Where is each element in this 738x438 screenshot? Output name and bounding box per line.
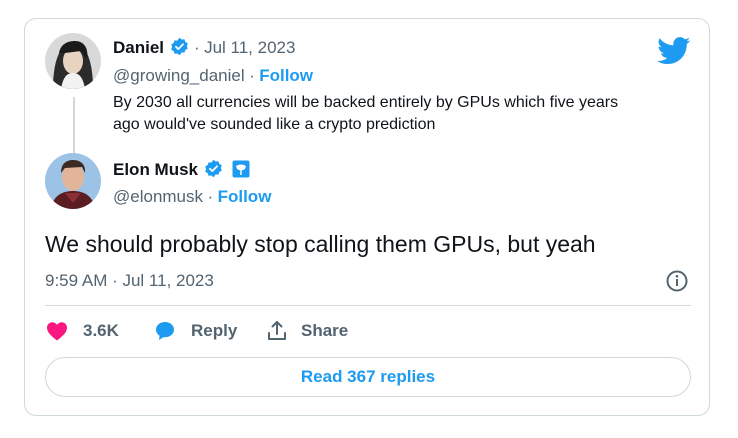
quoted-author-name[interactable]: Daniel bbox=[113, 38, 164, 57]
elon-avatar[interactable] bbox=[45, 153, 101, 209]
main-handle-row: @elonmusk · Follow bbox=[113, 187, 271, 207]
heart-icon bbox=[45, 319, 69, 343]
header-separator: · bbox=[193, 38, 200, 57]
reply-action[interactable]: Reply bbox=[153, 319, 237, 343]
main-tweet-text: We should probably stop calling them GPU… bbox=[45, 231, 596, 257]
verified-badge-icon bbox=[170, 37, 189, 61]
info-icon[interactable] bbox=[665, 269, 689, 298]
main-author-name[interactable]: Elon Musk bbox=[113, 160, 198, 179]
quoted-text-line-2: ago would've sounded like a crypto predi… bbox=[113, 116, 436, 133]
handle-separator: · bbox=[207, 187, 214, 206]
read-replies-button[interactable]: Read 367 replies bbox=[45, 357, 691, 397]
handle-separator: · bbox=[249, 66, 255, 85]
like-count: 3.6K bbox=[83, 321, 119, 340]
quoted-author-handle[interactable]: @growing_daniel bbox=[113, 66, 245, 85]
follow-daniel-link[interactable]: Follow bbox=[259, 66, 313, 85]
quoted-tweet-date[interactable]: Jul 11, 2023 bbox=[204, 38, 295, 57]
quoted-text-line-1: By 2030 all currencies will be backed en… bbox=[113, 94, 619, 111]
quoted-tweet-header: Daniel · Jul 11, 2023 bbox=[113, 37, 295, 61]
share-icon bbox=[265, 319, 289, 343]
daniel-avatar[interactable] bbox=[45, 33, 101, 89]
share-label: Share bbox=[301, 321, 349, 340]
follow-elon-link[interactable]: Follow bbox=[218, 187, 272, 206]
tweet-embed-card: Daniel · Jul 11, 2023 @growing_daniel · … bbox=[24, 18, 710, 416]
affiliate-badge-icon bbox=[232, 160, 250, 183]
main-author-handle[interactable]: @elonmusk bbox=[113, 187, 203, 206]
quoted-tweet-text: By 2030 all currencies will be backed en… bbox=[113, 92, 618, 136]
quoted-handle-row: @growing_daniel · Follow bbox=[113, 66, 313, 86]
verified-badge-icon bbox=[204, 159, 223, 183]
share-action[interactable]: Share bbox=[265, 319, 348, 343]
reply-label: Reply bbox=[191, 321, 238, 340]
main-tweet-header: Elon Musk bbox=[113, 159, 250, 183]
reply-bubble-icon bbox=[153, 319, 177, 343]
tweet-timestamp[interactable]: 9:59 AM · Jul 11, 2023 bbox=[45, 271, 214, 291]
twitter-bird-icon[interactable] bbox=[657, 37, 691, 70]
divider bbox=[45, 305, 691, 306]
like-action[interactable]: 3.6K bbox=[45, 319, 119, 343]
